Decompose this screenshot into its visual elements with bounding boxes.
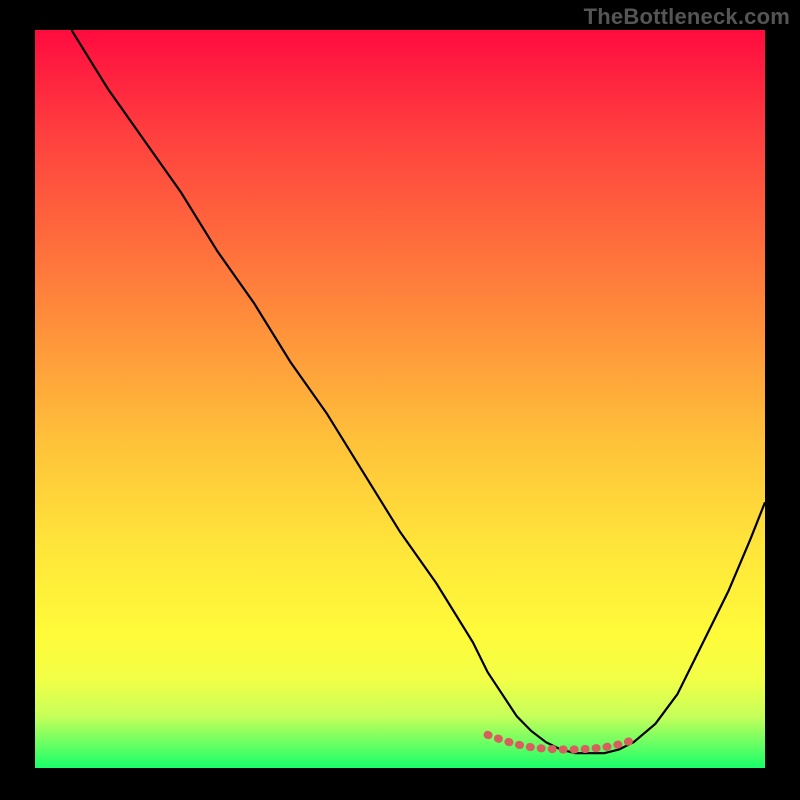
- chart-svg: [35, 30, 765, 768]
- plot-area: [35, 30, 765, 768]
- chart-frame: TheBottleneck.com: [0, 0, 800, 800]
- attribution-watermark: TheBottleneck.com: [584, 4, 790, 30]
- bottleneck-curve: [72, 30, 766, 753]
- optimal-band: [488, 735, 634, 750]
